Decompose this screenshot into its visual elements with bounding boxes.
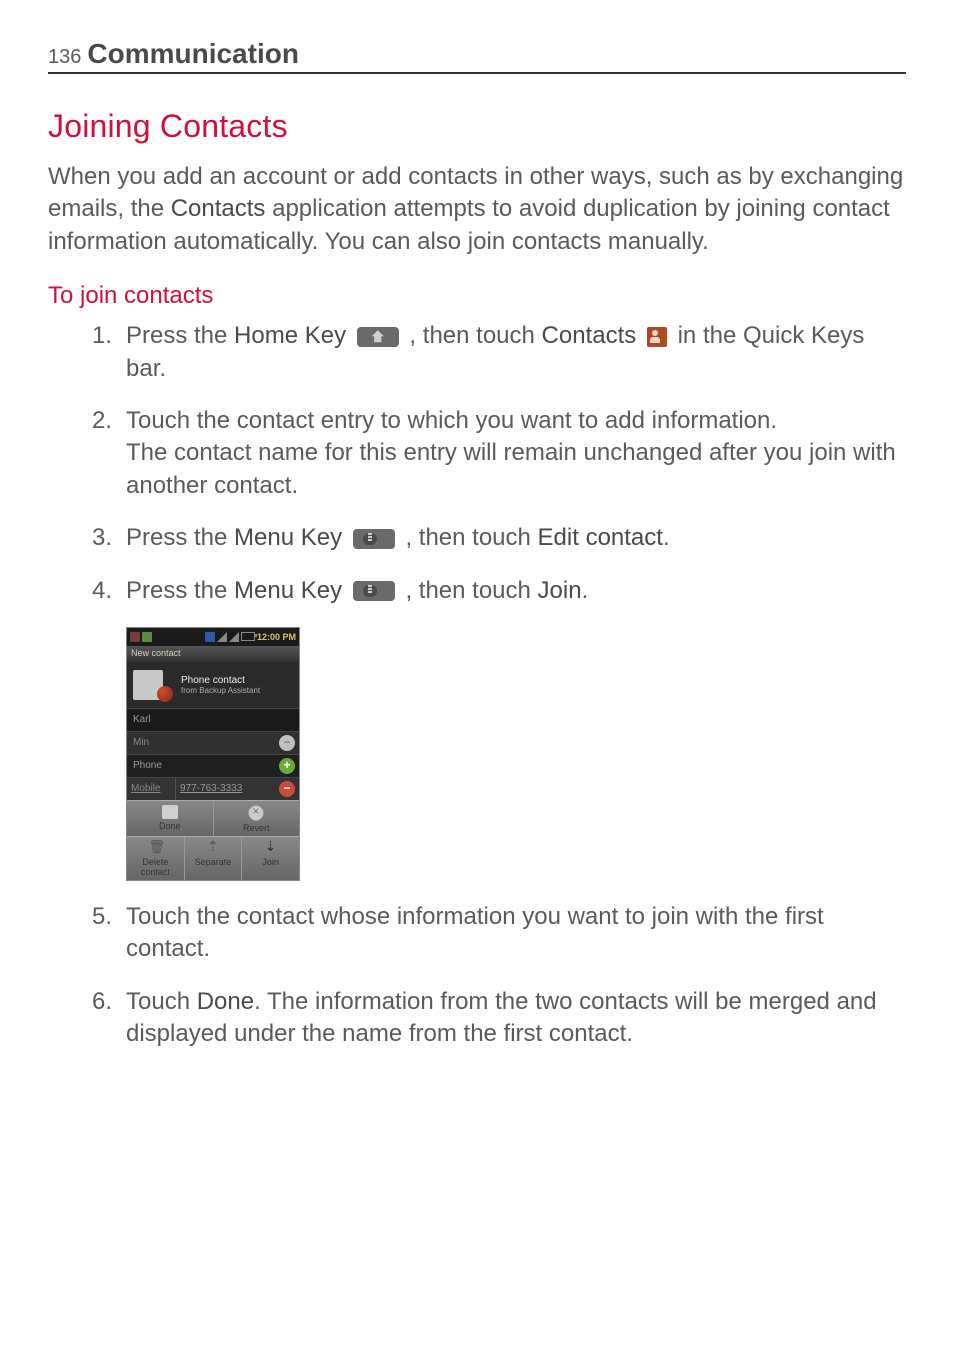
button-label: Revert	[243, 823, 270, 833]
page-number: 136	[48, 46, 81, 69]
add-icon[interactable]: +	[279, 758, 295, 774]
trash-icon	[147, 841, 163, 855]
menu-key-label: Menu Key	[234, 577, 342, 604]
home-key-label: Home Key	[234, 322, 346, 349]
join-label: Join	[538, 577, 582, 604]
join-button[interactable]: Join	[242, 837, 299, 880]
contact-source: from Backup Assistant	[181, 686, 260, 695]
step-text: Touch the contact entry to which you wan…	[126, 407, 777, 434]
step-number: 4.	[92, 575, 112, 607]
remove-icon[interactable]: −	[279, 735, 295, 751]
intro-paragraph: When you add an account or add contacts …	[48, 161, 906, 258]
step-text: The contact name for this entry will rem…	[126, 439, 896, 498]
button-label: Delete contact	[141, 857, 170, 877]
status-left	[130, 632, 152, 642]
revert-button[interactable]: Revert	[214, 801, 300, 836]
step-text: , then touch	[399, 577, 538, 604]
section-title: Communication	[87, 38, 299, 70]
separate-icon	[205, 841, 221, 855]
step-4: 4. Press the Menu Key , then touch Join.	[126, 575, 906, 607]
contact-header: Phone contact from Backup Assistant	[127, 662, 299, 708]
status-bar: 12:00 PM	[127, 628, 299, 646]
phone-row: Mobile 977-763-3333 −	[127, 777, 299, 800]
status-icon	[205, 632, 215, 642]
contact-type: Phone contact	[181, 675, 260, 686]
phone-number: 977-763-3333	[180, 783, 242, 794]
step-text: Touch	[126, 988, 197, 1015]
step-number: 3.	[92, 522, 112, 554]
name-field[interactable]: Karl	[127, 708, 299, 731]
button-label: Join	[262, 857, 279, 867]
step-1: 1. Press the Home Key , then touch Conta…	[126, 320, 906, 385]
separate-button[interactable]: Separate	[185, 837, 243, 880]
delete-contact-button[interactable]: Delete contact	[127, 837, 185, 880]
status-icon	[130, 632, 140, 642]
action-row-1: Done Revert	[127, 800, 299, 836]
step-6: 6. Touch Done. The information from the …	[126, 986, 906, 1051]
status-icon	[142, 632, 152, 642]
avatar	[133, 670, 163, 700]
heading-joining-contacts: Joining Contacts	[48, 108, 906, 145]
step-text: .	[582, 577, 589, 604]
step-text: .	[663, 524, 670, 551]
step-number: 2.	[92, 405, 112, 437]
signal-icon	[229, 632, 239, 642]
section-label: Phone	[133, 760, 162, 771]
action-row-2: Delete contact Separate Join	[127, 836, 299, 880]
step-text: , then touch	[399, 524, 538, 551]
step-text: Press the	[126, 577, 234, 604]
done-label: Done	[197, 988, 254, 1015]
phone-section-header: Phone +	[127, 754, 299, 777]
button-label: Done	[159, 821, 181, 831]
intro-contacts-word: Contacts	[171, 195, 266, 222]
step-5: 5. Touch the contact whose information y…	[126, 901, 906, 966]
field-label: Min	[133, 737, 149, 748]
step-text: Touch the contact whose information you …	[126, 903, 824, 962]
remove-icon[interactable]: −	[279, 781, 295, 797]
step-number: 5.	[92, 901, 112, 933]
status-time: 12:00 PM	[257, 632, 296, 642]
battery-icon	[241, 632, 255, 641]
menu-key-icon	[353, 581, 395, 601]
screen-title-bar: New contact	[127, 646, 299, 662]
phone-type[interactable]: Mobile	[127, 778, 175, 800]
heading-to-join-contacts: To join contacts	[48, 282, 906, 310]
step-text: Press the	[126, 322, 234, 349]
menu-key-label: Menu Key	[234, 524, 342, 551]
contacts-label: Contacts	[542, 322, 637, 349]
status-right: 12:00 PM	[205, 632, 296, 642]
step-3: 3. Press the Menu Key , then touch Edit …	[126, 522, 906, 554]
embedded-screenshot: 12:00 PM New contact Phone contact from …	[126, 627, 300, 881]
page-header: 136 Communication	[48, 38, 906, 74]
step-text: , then touch	[403, 322, 542, 349]
revert-icon	[248, 805, 264, 821]
step-number: 1.	[92, 320, 112, 352]
min-field[interactable]: Min −	[127, 731, 299, 754]
save-icon	[162, 805, 178, 819]
join-icon	[263, 841, 279, 855]
phone-value[interactable]: 977-763-3333 −	[175, 778, 299, 800]
menu-key-icon	[353, 529, 395, 549]
step-text: Press the	[126, 524, 234, 551]
step-number: 6.	[92, 986, 112, 1018]
contact-header-text: Phone contact from Backup Assistant	[181, 675, 260, 695]
edit-contact-label: Edit contact	[538, 524, 663, 551]
done-button[interactable]: Done	[127, 801, 214, 836]
step-2: 2. Touch the contact entry to which you …	[126, 405, 906, 502]
signal-icon	[217, 632, 227, 642]
contacts-icon	[647, 327, 667, 347]
button-label: Separate	[195, 857, 232, 867]
home-key-icon	[357, 327, 399, 347]
